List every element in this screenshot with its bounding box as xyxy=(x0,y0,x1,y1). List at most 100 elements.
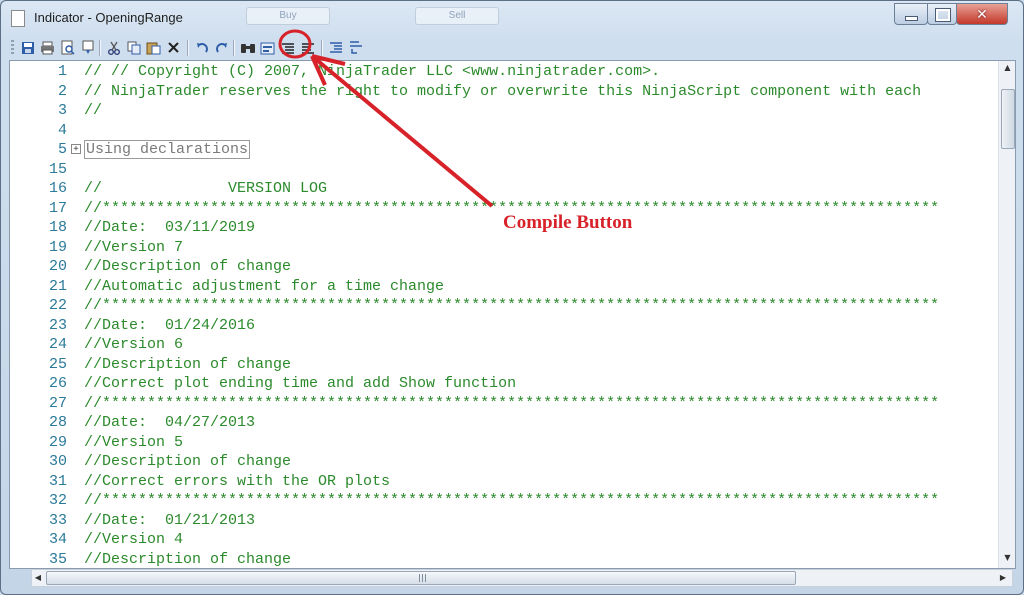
redo-icon[interactable] xyxy=(213,39,230,56)
scroll-up-icon[interactable]: ▲ xyxy=(999,63,1015,72)
line-number: 32 xyxy=(48,492,67,509)
minimize-button[interactable] xyxy=(894,3,928,25)
horizontal-scroll-thumb[interactable] xyxy=(46,571,796,585)
code-line[interactable]: 35 //Description of change xyxy=(10,550,1000,569)
code-line[interactable]: 1 // // Copyright (C) 2007, NinjaTrader L… xyxy=(10,62,1000,82)
delete-icon[interactable] xyxy=(165,39,182,56)
find-icon[interactable] xyxy=(239,39,256,56)
code-text: // VERSION LOG xyxy=(84,180,328,197)
line-number: 24 xyxy=(48,336,67,353)
window-title: Indicator - OpeningRange xyxy=(34,10,183,25)
line-number: 30 xyxy=(48,453,67,470)
line-number: 27 xyxy=(48,394,67,412)
title-bar[interactable]: Indicator - OpeningRange Buy Sell ✕ xyxy=(1,1,1023,35)
code-line[interactable]: 21 //Automatic adjustment for a time chan… xyxy=(10,277,1000,297)
code-text: //Version 5 xyxy=(84,433,184,451)
code-text: // NinjaTrader reserves the right to mod… xyxy=(84,82,922,100)
line-number: 16 xyxy=(48,180,67,197)
code-line[interactable]: 29 //Version 5 xyxy=(10,433,1000,453)
expand-region-icon[interactable]: + xyxy=(71,144,81,154)
compile-icon[interactable] xyxy=(259,39,276,56)
code-text: //Version 4 xyxy=(84,531,184,548)
print-icon[interactable] xyxy=(39,39,56,56)
code-text: //Correct plot ending time and add Show … xyxy=(84,375,517,392)
code-text: // xyxy=(84,102,103,119)
code-text: //Date: 01/21/2013 xyxy=(84,511,256,529)
close-button[interactable]: ✕ xyxy=(956,3,1008,25)
code-text: //Description of change xyxy=(84,355,292,373)
horizontal-scrollbar[interactable]: ◀ ▶ xyxy=(31,569,1013,587)
close-icon: ✕ xyxy=(976,7,988,23)
cut-icon[interactable] xyxy=(105,39,122,56)
line-number: 28 xyxy=(48,414,67,431)
outdent-icon[interactable] xyxy=(347,39,364,56)
code-line[interactable]: 31 //Correct errors with the OR plots xyxy=(10,472,1000,492)
properties-icon[interactable] xyxy=(79,39,96,56)
line-number: 21 xyxy=(48,277,67,295)
code-text: //Correct errors with the OR plots xyxy=(84,472,391,490)
code-text: //Description of change xyxy=(84,550,292,568)
code-line[interactable]: 2 // NinjaTrader reserves the right to mo… xyxy=(10,82,1000,102)
line-number: 5 xyxy=(57,141,67,158)
scroll-left-icon[interactable]: ◀ xyxy=(32,573,44,582)
code-line[interactable]: 28 //Date: 04/27/2013 xyxy=(10,413,1000,433)
code-line[interactable]: 26 //Correct plot ending time and add Sho… xyxy=(10,374,1000,394)
print-preview-icon[interactable] xyxy=(59,39,76,56)
line-number: 20 xyxy=(48,258,67,275)
save-icon[interactable] xyxy=(19,39,36,56)
code-line[interactable]: 5 + Using declarations xyxy=(10,140,1000,160)
undo-icon[interactable] xyxy=(193,39,210,56)
code-line[interactable]: 22 //************************************… xyxy=(10,296,1000,316)
code-line[interactable]: 25 //Description of change xyxy=(10,355,1000,375)
indent-icon[interactable] xyxy=(327,39,344,56)
vertical-scroll-thumb[interactable] xyxy=(1001,89,1015,149)
paste-icon[interactable] xyxy=(145,39,162,56)
copy-icon[interactable] xyxy=(125,39,142,56)
background-sell-button: Sell xyxy=(415,7,499,25)
minimize-icon xyxy=(905,16,918,21)
code-line[interactable]: 23 //Date: 01/24/2016 xyxy=(10,316,1000,336)
line-number: 19 xyxy=(48,238,67,256)
code-line[interactable]: 15 xyxy=(10,160,1000,180)
scroll-down-icon[interactable]: ▼ xyxy=(999,553,1015,562)
code-line[interactable]: 3 // xyxy=(10,101,1000,121)
line-number: 2 xyxy=(57,82,67,100)
line-number: 35 xyxy=(48,550,67,568)
toolbar-grip[interactable] xyxy=(11,40,14,56)
scroll-right-icon[interactable]: ▶ xyxy=(997,573,1009,582)
code-text: //Description of change xyxy=(84,258,292,275)
code-line[interactable]: 24 //Version 6 xyxy=(10,335,1000,355)
uncomment-icon[interactable] xyxy=(299,39,316,56)
maximize-button[interactable] xyxy=(927,3,957,25)
compile-button-annotation: Compile Button xyxy=(503,212,633,233)
line-number: 4 xyxy=(57,121,67,139)
code-line[interactable]: 20 //Description of change xyxy=(10,257,1000,277)
line-number: 26 xyxy=(48,375,67,392)
region-label[interactable]: Using declarations xyxy=(84,140,251,159)
line-number: 34 xyxy=(48,531,67,548)
code-line[interactable]: 30 //Description of change xyxy=(10,452,1000,472)
code-text: //Date: 01/24/2016 xyxy=(84,316,256,334)
comment-icon[interactable] xyxy=(279,39,296,56)
code-line[interactable]: 16 // VERSION LOG xyxy=(10,179,1000,199)
code-line[interactable]: 19 //Version 7 xyxy=(10,238,1000,258)
editor-window: Indicator - OpeningRange Buy Sell ✕ 1 //… xyxy=(0,0,1024,595)
code-line[interactable]: 34 //Version 4 xyxy=(10,530,1000,550)
code-text: //Date: 04/27/2013 xyxy=(84,414,256,431)
line-number: 22 xyxy=(48,297,67,314)
vertical-scrollbar[interactable]: ▲ ▼ xyxy=(998,61,1015,568)
line-number: 15 xyxy=(48,160,67,178)
line-number: 3 xyxy=(57,102,67,119)
maximize-icon xyxy=(935,8,951,22)
code-text: //Version 6 xyxy=(84,336,184,353)
document-icon xyxy=(11,10,25,27)
code-line[interactable]: 32 //************************************… xyxy=(10,491,1000,511)
collapsed-region[interactable]: Using declarations xyxy=(84,140,251,159)
code-line[interactable]: 27 //************************************… xyxy=(10,394,1000,414)
code-line[interactable]: 4 xyxy=(10,121,1000,141)
code-text: //**************************************… xyxy=(84,394,940,412)
code-editor[interactable]: 1 // // Copyright (C) 2007, NinjaTrader L… xyxy=(9,60,1016,569)
code-text: //Version 7 xyxy=(84,238,184,256)
code-line[interactable]: 33 //Date: 01/21/2013 xyxy=(10,511,1000,531)
line-number: 17 xyxy=(48,199,67,217)
